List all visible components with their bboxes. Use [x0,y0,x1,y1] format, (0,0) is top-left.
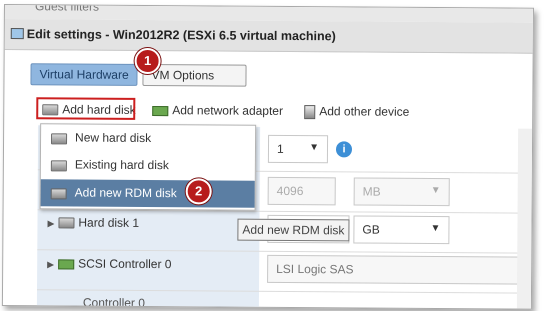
hard-disk-label: Hard disk 1 [78,215,140,230]
vertical-scrollbar[interactable] [516,128,533,309]
cpu-select[interactable]: 1 ▼ [267,134,329,164]
info-icon[interactable]: i [335,141,353,158]
step-badge-2: 2 [185,178,212,205]
hard-disk-row[interactable]: ▶ Hard disk 1 [47,215,139,230]
tooltip: Add new RDM disk [237,218,350,242]
chevron-down-icon: ▼ [430,184,441,197]
add-network-adapter-label: Add network adapter [172,103,284,118]
hardware-toolbar: Add hard disk Add network adapter Add ot… [36,97,518,124]
hard-disk-icon [51,133,68,145]
step-badge-1: 1 [134,47,161,75]
virtual-machine-icon [10,28,24,40]
memory-input[interactable]: 4096 [267,176,336,206]
dialog-titlebar: Edit settings - Win2012R2 (ESXi 6.5 virt… [4,19,533,54]
add-hard-disk-highlight [36,97,136,120]
menu-item-label: Existing hard disk [74,157,169,173]
add-network-adapter-button[interactable]: Add network adapter [152,100,283,121]
scsi-controller-label: SCSI Controller 0 [78,256,172,272]
menu-item-label: Add new RDM disk [74,185,177,201]
network-adapter-icon [152,105,169,116]
menu-item-new-hard-disk[interactable]: New hard disk [41,124,255,152]
device-icon [304,104,316,120]
scsi-controller-icon [58,259,75,270]
scsi-controller-row[interactable]: ▶ SCSI Controller 0 [47,256,172,272]
tab-virtual-hardware[interactable]: Virtual Hardware [30,63,138,86]
edit-settings-dialog: Guest filters Edit settings - Win2012R2 … [1,4,534,310]
hard-disk-icon [58,217,75,229]
add-hard-disk-menu: New hard disk Existing hard disk Add new… [39,123,257,211]
menu-item-existing-hard-disk[interactable]: Existing hard disk [41,151,255,179]
memory-unit: MB [362,184,381,199]
chevron-down-icon: ▼ [430,222,441,235]
menu-item-add-new-rdm-disk[interactable]: Add new RDM disk [40,179,255,208]
memory-unit-select[interactable]: MB ▼ [353,177,450,207]
expand-arrow-icon[interactable]: ▶ [47,218,54,228]
partial-controller-row[interactable]: Controller 0 [83,296,145,310]
scsi-type-select[interactable]: LSI Logic SAS [267,254,532,285]
chevron-down-icon: ▼ [309,142,320,154]
background-window-text: Guest filters [34,5,100,14]
memory-value: 4096 [276,183,304,199]
menu-item-label: New hard disk [75,130,152,146]
dialog-title: Edit settings - Win2012R2 (ESXi 6.5 virt… [26,27,336,44]
partial-controller-label: Controller 0 [82,295,145,310]
expand-arrow-icon[interactable]: ▶ [47,259,54,269]
hard-disk-unit: GB [362,222,380,237]
add-other-device-label: Add other device [319,104,410,119]
scsi-type-value: LSI Logic SAS [276,261,354,277]
hard-disk-icon [50,188,67,200]
cpu-select-value: 1 [276,141,284,156]
hard-disk-icon [50,160,67,172]
add-other-device-button[interactable]: Add other device [304,101,409,122]
hard-disk-unit-select[interactable]: GB ▼ [353,215,450,245]
